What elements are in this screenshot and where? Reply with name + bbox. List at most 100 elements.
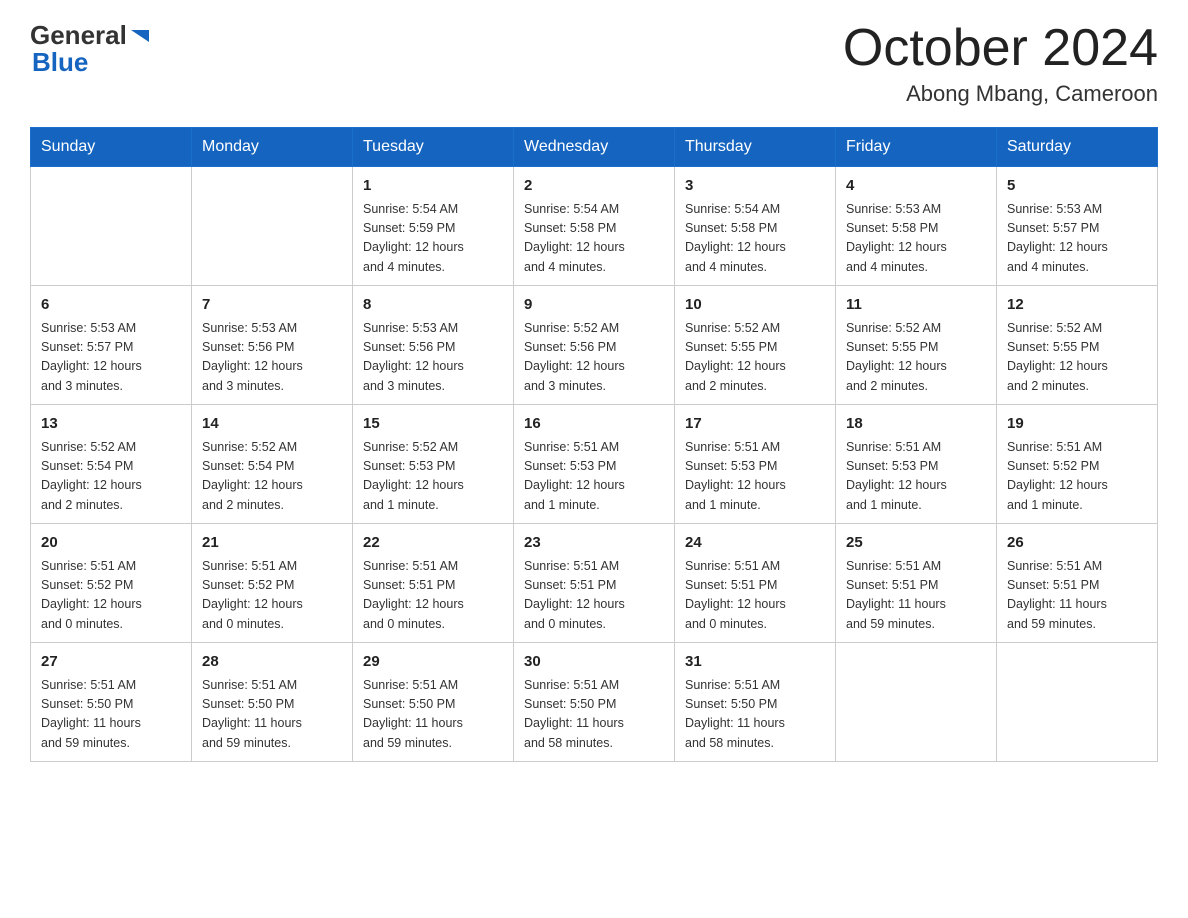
day-number: 2: [524, 175, 664, 198]
day-number: 21: [202, 532, 342, 555]
logo: General Blue: [30, 20, 151, 78]
table-row: 31Sunrise: 5:51 AMSunset: 5:50 PMDayligh…: [675, 643, 836, 762]
week-row-1: 1Sunrise: 5:54 AMSunset: 5:59 PMDaylight…: [31, 167, 1158, 286]
day-number: 24: [685, 532, 825, 555]
day-number: 11: [846, 294, 986, 317]
day-number: 31: [685, 651, 825, 674]
table-row: 6Sunrise: 5:53 AMSunset: 5:57 PMDaylight…: [31, 286, 192, 405]
day-number: 6: [41, 294, 181, 317]
header-saturday: Saturday: [997, 128, 1158, 167]
table-row: [31, 167, 192, 286]
table-row: 11Sunrise: 5:52 AMSunset: 5:55 PMDayligh…: [836, 286, 997, 405]
day-info: Sunrise: 5:51 AMSunset: 5:52 PMDaylight:…: [41, 557, 181, 635]
week-row-4: 20Sunrise: 5:51 AMSunset: 5:52 PMDayligh…: [31, 524, 1158, 643]
day-info: Sunrise: 5:53 AMSunset: 5:57 PMDaylight:…: [1007, 200, 1147, 278]
day-number: 3: [685, 175, 825, 198]
day-number: 25: [846, 532, 986, 555]
day-info: Sunrise: 5:51 AMSunset: 5:51 PMDaylight:…: [685, 557, 825, 635]
day-number: 19: [1007, 413, 1147, 436]
table-row: 19Sunrise: 5:51 AMSunset: 5:52 PMDayligh…: [997, 405, 1158, 524]
table-row: 16Sunrise: 5:51 AMSunset: 5:53 PMDayligh…: [514, 405, 675, 524]
day-info: Sunrise: 5:51 AMSunset: 5:51 PMDaylight:…: [363, 557, 503, 635]
day-info: Sunrise: 5:53 AMSunset: 5:58 PMDaylight:…: [846, 200, 986, 278]
week-row-2: 6Sunrise: 5:53 AMSunset: 5:57 PMDaylight…: [31, 286, 1158, 405]
table-row: 8Sunrise: 5:53 AMSunset: 5:56 PMDaylight…: [353, 286, 514, 405]
day-info: Sunrise: 5:51 AMSunset: 5:50 PMDaylight:…: [41, 676, 181, 754]
day-number: 13: [41, 413, 181, 436]
day-info: Sunrise: 5:52 AMSunset: 5:54 PMDaylight:…: [41, 438, 181, 516]
day-number: 16: [524, 413, 664, 436]
table-row: 20Sunrise: 5:51 AMSunset: 5:52 PMDayligh…: [31, 524, 192, 643]
table-row: 4Sunrise: 5:53 AMSunset: 5:58 PMDaylight…: [836, 167, 997, 286]
day-number: 12: [1007, 294, 1147, 317]
day-number: 4: [846, 175, 986, 198]
calendar-table: Sunday Monday Tuesday Wednesday Thursday…: [30, 127, 1158, 762]
day-number: 30: [524, 651, 664, 674]
day-number: 5: [1007, 175, 1147, 198]
day-info: Sunrise: 5:51 AMSunset: 5:52 PMDaylight:…: [202, 557, 342, 635]
page-header: General Blue October 2024 Abong Mbang, C…: [30, 20, 1158, 107]
table-row: 28Sunrise: 5:51 AMSunset: 5:50 PMDayligh…: [192, 643, 353, 762]
day-info: Sunrise: 5:52 AMSunset: 5:55 PMDaylight:…: [685, 319, 825, 397]
table-row: 18Sunrise: 5:51 AMSunset: 5:53 PMDayligh…: [836, 405, 997, 524]
day-number: 7: [202, 294, 342, 317]
day-info: Sunrise: 5:51 AMSunset: 5:51 PMDaylight:…: [1007, 557, 1147, 635]
day-info: Sunrise: 5:51 AMSunset: 5:53 PMDaylight:…: [846, 438, 986, 516]
day-info: Sunrise: 5:54 AMSunset: 5:58 PMDaylight:…: [524, 200, 664, 278]
table-row: 14Sunrise: 5:52 AMSunset: 5:54 PMDayligh…: [192, 405, 353, 524]
day-number: 15: [363, 413, 503, 436]
table-row: 12Sunrise: 5:52 AMSunset: 5:55 PMDayligh…: [997, 286, 1158, 405]
day-number: 10: [685, 294, 825, 317]
table-row: [997, 643, 1158, 762]
day-number: 17: [685, 413, 825, 436]
day-info: Sunrise: 5:51 AMSunset: 5:53 PMDaylight:…: [524, 438, 664, 516]
day-info: Sunrise: 5:52 AMSunset: 5:56 PMDaylight:…: [524, 319, 664, 397]
logo-arrow-icon: [129, 26, 151, 48]
day-info: Sunrise: 5:51 AMSunset: 5:50 PMDaylight:…: [685, 676, 825, 754]
calendar-header-row: Sunday Monday Tuesday Wednesday Thursday…: [31, 128, 1158, 167]
title-section: October 2024 Abong Mbang, Cameroon: [843, 20, 1158, 107]
table-row: 13Sunrise: 5:52 AMSunset: 5:54 PMDayligh…: [31, 405, 192, 524]
week-row-3: 13Sunrise: 5:52 AMSunset: 5:54 PMDayligh…: [31, 405, 1158, 524]
day-number: 27: [41, 651, 181, 674]
day-number: 23: [524, 532, 664, 555]
day-info: Sunrise: 5:53 AMSunset: 5:57 PMDaylight:…: [41, 319, 181, 397]
logo-blue-text: Blue: [32, 47, 88, 77]
table-row: 23Sunrise: 5:51 AMSunset: 5:51 PMDayligh…: [514, 524, 675, 643]
header-wednesday: Wednesday: [514, 128, 675, 167]
table-row: [192, 167, 353, 286]
table-row: 26Sunrise: 5:51 AMSunset: 5:51 PMDayligh…: [997, 524, 1158, 643]
day-number: 20: [41, 532, 181, 555]
day-number: 8: [363, 294, 503, 317]
table-row: 29Sunrise: 5:51 AMSunset: 5:50 PMDayligh…: [353, 643, 514, 762]
header-sunday: Sunday: [31, 128, 192, 167]
day-info: Sunrise: 5:51 AMSunset: 5:50 PMDaylight:…: [524, 676, 664, 754]
day-info: Sunrise: 5:52 AMSunset: 5:55 PMDaylight:…: [1007, 319, 1147, 397]
day-number: 14: [202, 413, 342, 436]
month-title: October 2024: [843, 20, 1158, 77]
table-row: 25Sunrise: 5:51 AMSunset: 5:51 PMDayligh…: [836, 524, 997, 643]
table-row: 22Sunrise: 5:51 AMSunset: 5:51 PMDayligh…: [353, 524, 514, 643]
day-info: Sunrise: 5:51 AMSunset: 5:50 PMDaylight:…: [363, 676, 503, 754]
day-info: Sunrise: 5:54 AMSunset: 5:58 PMDaylight:…: [685, 200, 825, 278]
table-row: 30Sunrise: 5:51 AMSunset: 5:50 PMDayligh…: [514, 643, 675, 762]
table-row: 10Sunrise: 5:52 AMSunset: 5:55 PMDayligh…: [675, 286, 836, 405]
day-info: Sunrise: 5:53 AMSunset: 5:56 PMDaylight:…: [202, 319, 342, 397]
day-number: 9: [524, 294, 664, 317]
day-info: Sunrise: 5:53 AMSunset: 5:56 PMDaylight:…: [363, 319, 503, 397]
day-number: 1: [363, 175, 503, 198]
location-title: Abong Mbang, Cameroon: [843, 81, 1158, 107]
table-row: 1Sunrise: 5:54 AMSunset: 5:59 PMDaylight…: [353, 167, 514, 286]
table-row: 2Sunrise: 5:54 AMSunset: 5:58 PMDaylight…: [514, 167, 675, 286]
table-row: 17Sunrise: 5:51 AMSunset: 5:53 PMDayligh…: [675, 405, 836, 524]
day-info: Sunrise: 5:51 AMSunset: 5:52 PMDaylight:…: [1007, 438, 1147, 516]
day-info: Sunrise: 5:51 AMSunset: 5:53 PMDaylight:…: [685, 438, 825, 516]
day-number: 29: [363, 651, 503, 674]
table-row: 15Sunrise: 5:52 AMSunset: 5:53 PMDayligh…: [353, 405, 514, 524]
day-info: Sunrise: 5:51 AMSunset: 5:51 PMDaylight:…: [524, 557, 664, 635]
day-number: 28: [202, 651, 342, 674]
table-row: 7Sunrise: 5:53 AMSunset: 5:56 PMDaylight…: [192, 286, 353, 405]
day-info: Sunrise: 5:52 AMSunset: 5:55 PMDaylight:…: [846, 319, 986, 397]
day-info: Sunrise: 5:51 AMSunset: 5:51 PMDaylight:…: [846, 557, 986, 635]
table-row: 3Sunrise: 5:54 AMSunset: 5:58 PMDaylight…: [675, 167, 836, 286]
